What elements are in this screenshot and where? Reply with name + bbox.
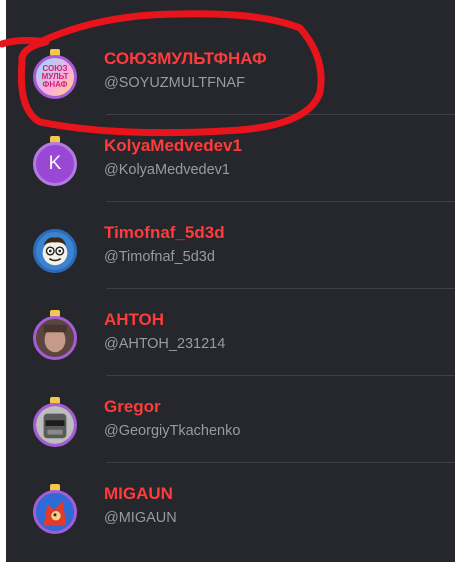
face-photo-icon [36,319,74,357]
avatar[interactable] [33,229,77,273]
avatar[interactable] [33,490,77,534]
user-handle: @KolyaMedvedev1 [104,162,230,178]
cartoon-face-icon [42,237,68,266]
user-name[interactable]: KolyaMedvedev1 [104,136,242,156]
user-handle: @GeorgiyTkachenko [104,423,241,439]
user-handle: @АНТОН_231214 [104,336,226,352]
avatar-frame [31,484,79,536]
user-name[interactable]: Gregor [104,397,161,417]
avatar-frame: K [31,136,79,188]
user-row[interactable]: Timofnaf_5d3d @Timofnaf_5d3d [6,202,455,289]
avatar-frame [31,310,79,362]
user-name[interactable]: MIGAUN [104,484,173,504]
soyuzmultfnaf-logo-icon: СОЮЗ МУЛЬТ ФНАФ [41,64,69,89]
user-handle: @Timofnaf_5d3d [104,249,215,265]
robot-icon [36,406,74,444]
user-row[interactable]: АНТОН @АНТОН_231214 [6,289,455,376]
avatar[interactable] [33,316,77,360]
avatar[interactable] [33,403,77,447]
avatar-frame [31,397,79,449]
user-row[interactable]: K KolyaMedvedev1 @KolyaMedvedev1 [6,115,455,202]
user-name[interactable]: Timofnaf_5d3d [104,223,225,243]
red-character-icon [36,493,74,531]
avatar-letter: K [48,153,62,174]
avatar[interactable]: СОЮЗ МУЛЬТ ФНАФ [33,55,77,99]
user-name[interactable]: СОЮЗМУЛЬТФНАФ [104,49,267,69]
user-name[interactable]: АНТОН [104,310,164,330]
avatar-frame: СОЮЗ МУЛЬТ ФНАФ [31,49,79,101]
avatar-frame [31,223,79,275]
user-handle: @SOYUZMULTFNAF [104,75,245,91]
user-handle: @MIGAUN [104,510,177,526]
user-row[interactable]: Gregor @GeorgiyTkachenko [6,376,455,463]
avatar[interactable]: K [33,142,77,186]
user-row[interactable]: СОЮЗ МУЛЬТ ФНАФ СОЮЗМУЛЬТФНАФ @SOYUZMULT… [6,28,455,115]
user-row[interactable]: MIGAUN @MIGAUN [6,463,455,550]
